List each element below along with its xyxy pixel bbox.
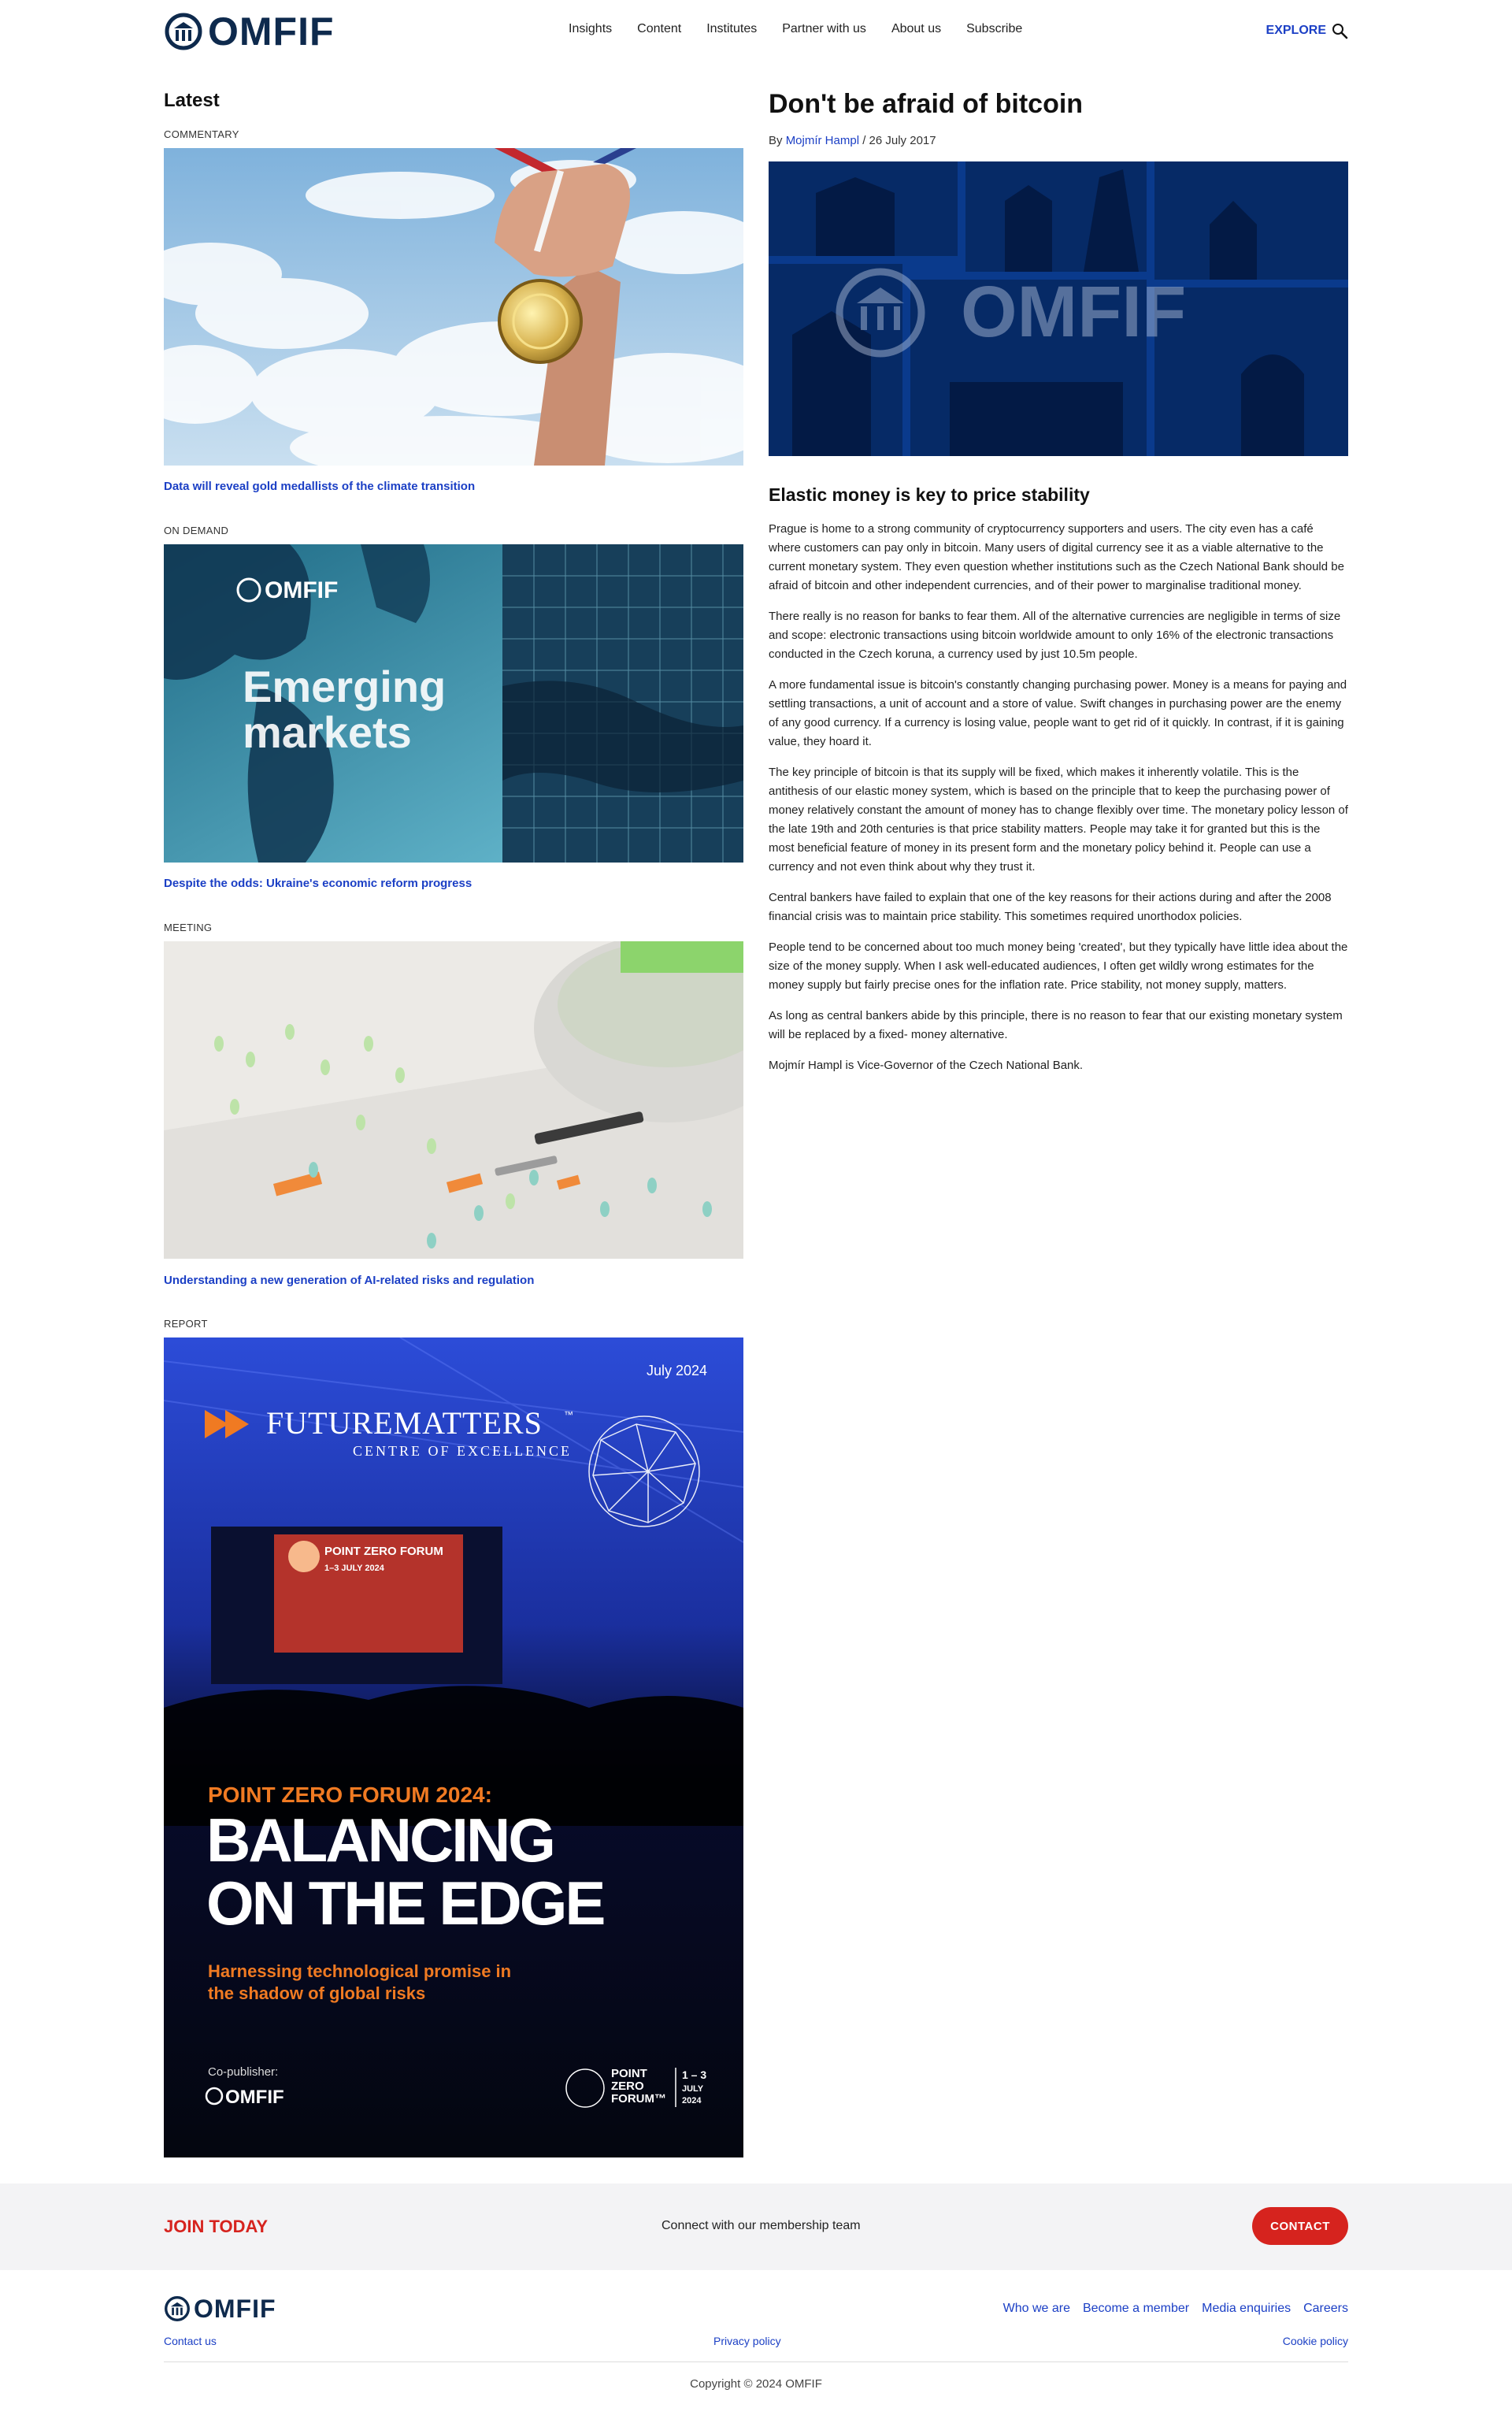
copyright: Copyright © 2024 OMFIF	[690, 2377, 822, 2391]
explore-label: EXPLORE	[1266, 24, 1326, 37]
article-paragraph: As long as central bankers abide by this…	[769, 1009, 1343, 1041]
author-link[interactable]: Mojmír Hampl	[786, 134, 859, 147]
report-subtitle-1: Harnessing technological promise in	[208, 1961, 511, 1981]
report-brand-tm: ™	[564, 1409, 573, 1420]
article-paragraph: Prague is home to a strong community of …	[769, 522, 1344, 592]
article-paragraph: Mojmír Hampl is Vice-Governor of the Cze…	[769, 1059, 1084, 1072]
card-category: REPORT	[164, 1318, 208, 1330]
medal-photo	[164, 148, 743, 466]
report-kicker: POINT ZERO FORUM 2024:	[208, 1783, 492, 1807]
image-headline-line1: Emerging	[243, 662, 446, 711]
omfif-logo[interactable]: OMFIF	[164, 11, 335, 52]
article-body: Prague is home to a strong community of …	[769, 520, 1348, 1075]
footer-contact-link[interactable]: Contact us	[164, 2335, 217, 2347]
search-icon	[1332, 24, 1348, 39]
logo-wordmark: OMFIF	[208, 9, 335, 54]
report-headline-1: BALANCING	[206, 1805, 554, 1875]
stage-dates: 1–3 JULY 2024	[324, 1564, 385, 1573]
footer-links: Who we are Become a member Media enquiri…	[1003, 2302, 1348, 2316]
footer-logo[interactable]: OMFIF	[164, 2295, 276, 2322]
card-category: COMMENTARY	[164, 128, 239, 140]
nav-about[interactable]: About us	[891, 22, 941, 36]
pzf-date-1: 1 – 3	[682, 2068, 706, 2081]
article: Don't be afraid of bitcoin By Mojmír Ham…	[769, 87, 1348, 1075]
nav-subscribe[interactable]: Subscribe	[966, 22, 1022, 36]
footer-link-who-we-are[interactable]: Who we are	[1003, 2302, 1070, 2316]
pzf-date-3: 2024	[682, 2096, 702, 2105]
omfif-logo-icon	[165, 2296, 190, 2321]
card-image-medal[interactable]	[164, 148, 743, 466]
join-title: JOIN TODAY	[164, 2217, 269, 2236]
latest-heading: Latest	[164, 90, 220, 111]
card-image-ai-risk[interactable]	[164, 941, 743, 1259]
report-headline-2: ON THE EDGE	[206, 1868, 603, 1938]
pzf-date-2: JULY	[682, 2084, 704, 2094]
footer-link-become-member[interactable]: Become a member	[1083, 2302, 1189, 2316]
card-title-link[interactable]: Despite the odds: Ukraine's economic ref…	[164, 877, 472, 890]
card-title-link[interactable]: Understanding a new generation of AI-rel…	[164, 1274, 534, 1287]
footer-logo-wordmark: OMFIF	[194, 2295, 276, 2323]
pzf-logo-2: ZERO	[611, 2080, 644, 2093]
article-subhead: Elastic money is key to price stability	[769, 484, 1090, 505]
image-headline-line2: markets	[243, 707, 412, 757]
copublisher-logo: OMFIF	[225, 2087, 284, 2108]
footer-divider	[164, 2361, 1348, 2362]
pzf-logo-3: FORUM™	[611, 2092, 666, 2105]
nav-partner[interactable]: Partner with us	[782, 22, 866, 36]
card-image-report-cover[interactable]: July 2024 FUTUREMATTERS ™ CENTRE OF EXCE…	[164, 1337, 743, 2157]
article-title: Don't be afraid of bitcoin	[769, 89, 1084, 119]
hero-collage: OMFIF	[769, 161, 1348, 456]
hero-logo-text: OMFIF	[961, 272, 1186, 352]
site-header: OMFIF Insights Content Institutes Partne…	[0, 0, 1512, 63]
nav-institutes[interactable]: Institutes	[706, 22, 757, 36]
join-band: JOIN TODAY Connect with our membership t…	[0, 2183, 1512, 2270]
article-paragraph: Central bankers have failed to explain t…	[769, 891, 1332, 923]
report-brand-sub: CENTRE OF EXCELLENCE	[353, 1443, 572, 1459]
footer-link-media[interactable]: Media enquiries	[1202, 2302, 1291, 2316]
article-hero-image: OMFIF	[769, 161, 1348, 456]
article-paragraph: There really is no reason for banks to f…	[769, 610, 1341, 661]
footer-secondary-links: Contact us Privacy policy Cookie policy	[164, 2335, 1348, 2352]
report-brand: FUTUREMATTERS	[266, 1405, 543, 1441]
article-paragraph: The key principle of bitcoin is that its…	[769, 766, 1348, 874]
footer-link-careers[interactable]: Careers	[1303, 2302, 1348, 2316]
footer-cookie-link[interactable]: Cookie policy	[1283, 2335, 1348, 2347]
main-nav: Insights Content Institutes Partner with…	[569, 22, 1022, 36]
copublisher-label: Co-publisher:	[208, 2065, 278, 2079]
nav-insights[interactable]: Insights	[569, 22, 612, 36]
byline-prefix: By	[769, 134, 783, 147]
explore-button[interactable]: EXPLORE	[1266, 22, 1348, 39]
article-date: / 26 July 2017	[859, 134, 936, 147]
card-title-link[interactable]: Data will reveal gold medallists of the …	[164, 480, 475, 493]
image-logo-text: OMFIF	[265, 577, 338, 603]
contact-button[interactable]: CONTACT	[1252, 2207, 1348, 2245]
report-date: July 2024	[647, 1363, 707, 1378]
omfif-logo-icon	[165, 13, 202, 50]
report-cover: July 2024 FUTUREMATTERS ™ CENTRE OF EXCE…	[164, 1337, 743, 2157]
globe-building-photo: OMFIF Emerging markets	[164, 544, 743, 863]
pzf-logo-1: POINT	[611, 2067, 647, 2080]
card-image-emerging-markets[interactable]: OMFIF Emerging markets	[164, 544, 743, 863]
article-paragraph: People tend to be concerned about too mu…	[769, 941, 1348, 992]
stage-logo: POINT ZERO FORUM	[324, 1545, 443, 1558]
card-category: ON DEMAND	[164, 525, 229, 536]
footer-privacy-link[interactable]: Privacy policy	[713, 2335, 781, 2347]
card-category: MEETING	[164, 922, 213, 933]
article-paragraph: A more fundamental issue is bitcoin's co…	[769, 678, 1347, 748]
byline: By Mojmír Hampl / 26 July 2017	[769, 134, 1348, 147]
report-subtitle-2: the shadow of global risks	[208, 1983, 425, 2003]
join-text: Connect with our membership team	[662, 2219, 861, 2232]
nav-content[interactable]: Content	[637, 22, 681, 36]
ai-miniature-photo	[164, 941, 743, 1259]
